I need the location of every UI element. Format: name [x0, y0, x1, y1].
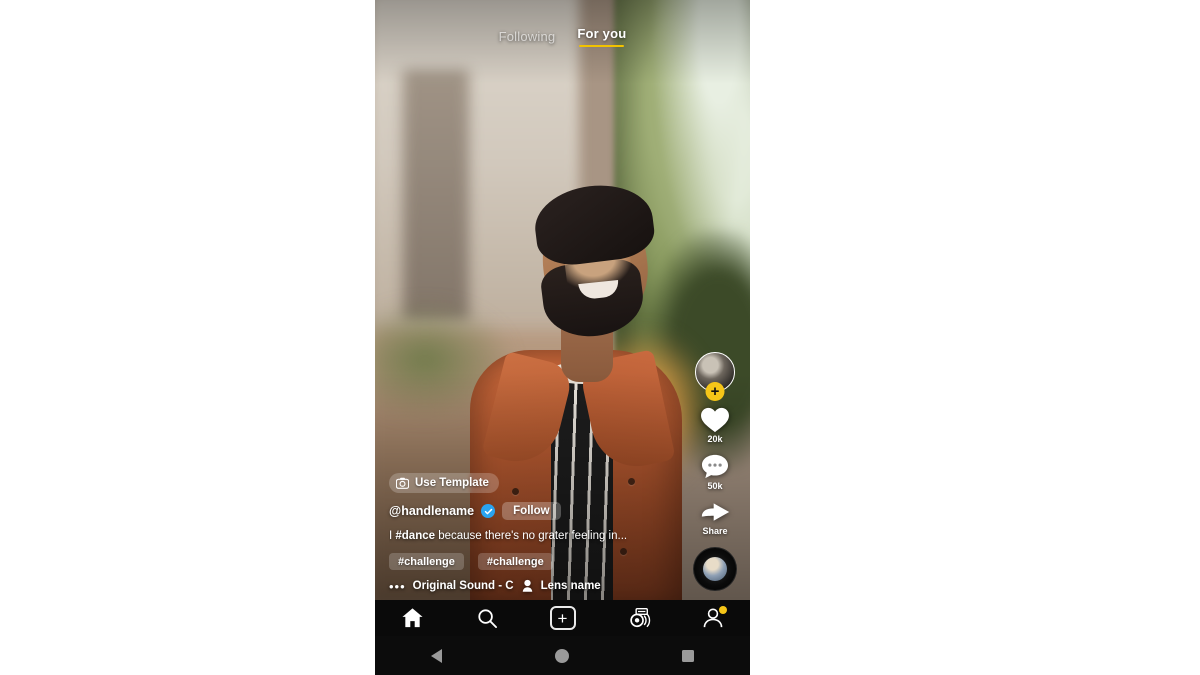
more-options-icon[interactable]: •••: [389, 580, 406, 593]
author-row: @handlename Follow: [389, 502, 679, 521]
verified-check-icon: [481, 504, 496, 519]
tab-for-you[interactable]: For you: [577, 26, 627, 47]
music-disc-button[interactable]: [693, 547, 737, 591]
back-triangle-icon[interactable]: [431, 648, 443, 663]
search-icon: [478, 608, 497, 628]
follow-plus-badge[interactable]: +: [705, 382, 725, 401]
share-icon: [701, 503, 729, 521]
comment-count: 50k: [707, 481, 723, 491]
home-circle-icon[interactable]: [554, 648, 569, 663]
nav-item-lens[interactable]: [615, 601, 661, 635]
background-building-shadow: [403, 70, 469, 320]
author-avatar-button[interactable]: +: [695, 352, 735, 401]
share-label: Share: [702, 526, 728, 536]
like-button[interactable]: 20k: [700, 406, 730, 444]
camera-icon: [396, 478, 409, 490]
follow-button[interactable]: Follow: [502, 502, 561, 521]
camera-lens-icon: [629, 608, 650, 628]
music-disc-icon: [703, 557, 727, 581]
author-handle[interactable]: @handlename: [389, 504, 474, 518]
tab-for-you-label: For you: [577, 26, 627, 41]
caption-hashtag-inline[interactable]: #dance: [395, 530, 435, 542]
share-button[interactable]: Share: [700, 500, 731, 536]
lens-icon: [522, 579, 532, 592]
use-template-label: Use Template: [415, 477, 489, 490]
nav-item-create[interactable]: +: [540, 601, 586, 635]
hashtag-row: #challenge #challenge: [389, 553, 679, 570]
nav-item-profile[interactable]: [690, 601, 736, 635]
sound-row[interactable]: ••• Original Sound - C Lens name: [389, 579, 679, 593]
bottom-navigation-bar: +: [375, 600, 750, 636]
caption-rest: because there's no grater feeling in...: [435, 530, 628, 543]
like-count: 20k: [707, 434, 723, 444]
tab-following[interactable]: Following: [499, 29, 556, 44]
profile-notification-badge: [718, 606, 727, 614]
video-caption-block: Use Template @handlename Follow I #dance…: [389, 473, 679, 593]
heart-icon: [701, 407, 729, 433]
nav-item-discover[interactable]: [465, 601, 511, 635]
hashtag-pill-1[interactable]: #challenge: [389, 553, 464, 570]
plus-icon: +: [549, 606, 576, 630]
lens-name: Lens name: [540, 580, 601, 592]
use-template-button[interactable]: Use Template: [389, 473, 499, 494]
hashtag-pill-2[interactable]: #challenge: [477, 553, 553, 570]
screenshot-canvas: Following For you + 20k 50k Share Use Te…: [0, 0, 1200, 675]
comment-button[interactable]: 50k: [700, 453, 730, 491]
action-rail: + 20k 50k Share: [688, 352, 742, 591]
caption-text[interactable]: I #dance because there's no grater feeli…: [389, 528, 679, 545]
phone-screen: Following For you + 20k 50k Share Use Te…: [375, 0, 750, 675]
comment-icon: [701, 454, 729, 479]
home-icon: [402, 608, 423, 628]
tab-active-underline: [579, 44, 625, 47]
nav-item-home[interactable]: [390, 601, 436, 635]
sound-name: Original Sound - C: [412, 580, 514, 592]
recents-square-icon[interactable]: [681, 649, 694, 662]
android-system-navigation-bar: [375, 636, 750, 675]
feed-tabs: Following For you: [375, 26, 750, 47]
